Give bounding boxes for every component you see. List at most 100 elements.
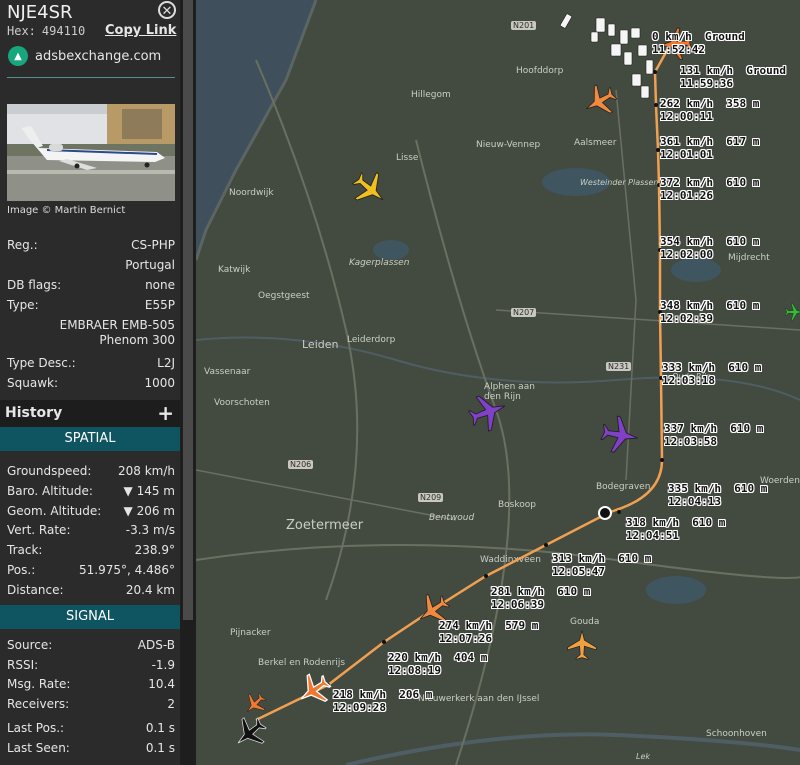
track-speed: 372 km/h <box>660 176 713 189</box>
track-time: 11:59:36 <box>680 77 733 90</box>
aircraft-icon-orange <box>578 79 622 123</box>
spatial-key: Groundspeed: <box>7 464 92 478</box>
signal-value: 0.1 s <box>145 721 175 735</box>
track-altitude: 579 m <box>505 619 539 632</box>
track-altitude: 610 m <box>692 516 726 529</box>
track-label: 348 km/h 610 m 12:02:39 <box>660 299 759 325</box>
selected-aircraft-icon <box>291 667 337 713</box>
adsbexchange-link[interactable]: ▲ adsbexchange.com <box>8 45 161 67</box>
spatial-key: Track: <box>7 543 43 557</box>
signal-key: RSSI: <box>7 658 39 672</box>
track-altitude: Ground <box>746 64 786 77</box>
aircraft-icon-purple <box>598 413 642 457</box>
track-time: 12:02:39 <box>660 312 713 325</box>
spatial-header[interactable]: SPATIAL <box>0 427 180 451</box>
track-speed: 313 km/h <box>552 552 605 565</box>
track-label: 131 km/h Ground 11:59:36 <box>680 64 786 90</box>
track-time: 12:07:26 <box>439 632 492 645</box>
detail-key: DB flags: <box>7 278 62 292</box>
divider <box>7 77 175 78</box>
track-altitude: Ground <box>705 30 745 43</box>
spatial-key: Distance: <box>7 583 64 597</box>
signal-value: -1.9 <box>151 658 175 672</box>
spatial-key: Vert. Rate: <box>7 523 71 537</box>
track-label: 262 km/h 358 m 12:00:11 <box>660 97 759 123</box>
track-label: 361 km/h 617 m 12:01:01 <box>660 135 759 161</box>
track-speed: 281 km/h <box>491 585 544 598</box>
detail-key: Reg.: <box>7 238 38 252</box>
spatial-value: 238.9° <box>134 543 175 557</box>
hex-value: 494110 <box>41 24 86 38</box>
spatial-value: ▼ 206 m <box>123 504 175 518</box>
signal-value: 10.4 <box>148 677 175 691</box>
aircraft-info-panel: NJE4SR ✕ Hex: 494110 Copy Link ▲ adsbexch… <box>0 0 180 765</box>
sidebar-scrollbar[interactable] <box>180 0 196 765</box>
adsbexchange-logo-icon: ▲ <box>8 46 28 66</box>
track-speed: 335 km/h <box>668 482 721 495</box>
track-altitude: 610 m <box>557 585 591 598</box>
track-label: 337 km/h 610 m 12:03:58 <box>664 422 763 448</box>
track-altitude: 610 m <box>726 235 760 248</box>
track-time: 12:02:00 <box>660 248 713 261</box>
history-bar[interactable]: History + <box>0 400 180 427</box>
aircraft-icon-green <box>785 303 800 321</box>
hex-label: Hex: <box>7 24 36 38</box>
track-label: 354 km/h 610 m 12:02:00 <box>660 235 759 261</box>
track-altitude: 610 m <box>726 299 760 312</box>
track-speed: 318 km/h <box>626 516 679 529</box>
track-speed: 0 km/h <box>652 30 692 43</box>
aircraft-icon-yellow <box>345 164 395 214</box>
track-time: 12:03:58 <box>664 435 717 448</box>
track-altitude: 358 m <box>726 97 760 110</box>
track-label: 335 km/h 610 m 12:04:13 <box>668 482 767 508</box>
track-speed: 131 km/h <box>680 64 733 77</box>
track-time: 12:01:26 <box>660 189 713 202</box>
track-altitude: 404 m <box>454 651 488 664</box>
aircraft-photo[interactable] <box>7 104 175 201</box>
track-label: 218 km/h 206 m 12:09:28 <box>333 688 432 714</box>
expand-plus-icon[interactable]: + <box>157 401 174 425</box>
track-altitude: 610 m <box>728 361 762 374</box>
signal-value: 0.1 s <box>145 741 175 755</box>
track-label: 372 km/h 610 m 12:01:26 <box>660 176 759 202</box>
track-time: 11:52:42 <box>652 43 705 56</box>
track-altitude: 617 m <box>726 135 760 148</box>
track-time: 12:04:51 <box>626 529 679 542</box>
detail-value: L2J <box>157 356 175 370</box>
signal-key: Source: <box>7 638 53 652</box>
spatial-value: 51.975°, 4.486° <box>79 563 175 577</box>
track-label: 274 km/h 579 m 12:07:26 <box>439 619 538 645</box>
signal-value: ADS-B <box>137 638 175 652</box>
track-speed: 262 km/h <box>660 97 713 110</box>
aircraft-icon-ground <box>227 710 273 756</box>
track-time: 12:00:11 <box>660 110 713 123</box>
track-speed: 348 km/h <box>660 299 713 312</box>
track-label: 220 km/h 404 m 12:08:19 <box>388 651 487 677</box>
track-altitude: 206 m <box>399 688 433 701</box>
detail-key: Type: <box>7 298 39 312</box>
track-time: 12:01:01 <box>660 148 713 161</box>
signal-header[interactable]: SIGNAL <box>0 605 180 629</box>
copy-link-button[interactable]: Copy Link <box>105 23 176 38</box>
track-time: 12:03:18 <box>662 374 715 387</box>
track-label: 333 km/h 610 m 12:03:18 <box>662 361 761 387</box>
track-label: 313 km/h 610 m 12:05:47 <box>552 552 651 578</box>
track-speed: 354 km/h <box>660 235 713 248</box>
signal-key: Last Pos.: <box>7 721 65 735</box>
close-icon[interactable]: ✕ <box>158 1 176 19</box>
signal-value: 2 <box>167 697 175 711</box>
track-speed: 333 km/h <box>662 361 715 374</box>
track-label: 0 km/h Ground 11:52:42 <box>652 30 745 56</box>
spatial-key: Pos.: <box>7 563 36 577</box>
track-speed: 361 km/h <box>660 135 713 148</box>
track-label: 318 km/h 610 m 12:04:51 <box>626 516 725 542</box>
map-view[interactable]: Hoofddorp Hillegom Nieuw-Vennep Aalsmeer… <box>196 0 800 765</box>
adsbexchange-label: adsbexchange.com <box>35 48 162 64</box>
detail-value: 1000 <box>144 376 175 390</box>
scrollbar-thumb[interactable] <box>183 0 193 620</box>
track-time: 12:09:28 <box>333 701 386 714</box>
spatial-value: -3.3 m/s <box>125 523 175 537</box>
spatial-key: Baro. Altitude: <box>7 484 93 498</box>
track-speed: 218 km/h <box>333 688 386 701</box>
track-time: 12:06:39 <box>491 598 544 611</box>
